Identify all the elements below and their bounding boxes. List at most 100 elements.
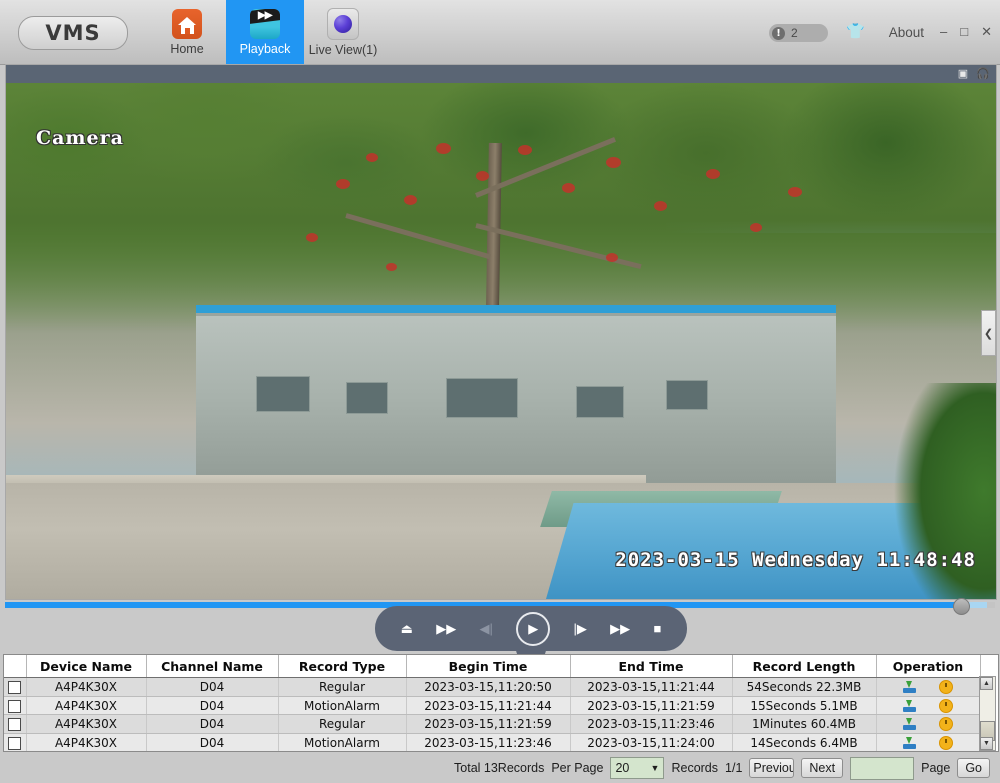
cell-device-name: A4P4K30X <box>26 715 146 734</box>
video-stream-image[interactable]: Camera 2023-03-15 Wednesday 11:48:48 <box>6 83 996 599</box>
live-view-icon <box>327 8 359 40</box>
file-toolbar: File ▼ SelectAl Download Split 4 ▼ <box>0 626 1000 654</box>
cell-channel-name: D04 <box>146 696 278 715</box>
header-device-name[interactable]: Device Name <box>26 655 146 678</box>
download-icon[interactable] <box>903 681 916 693</box>
go-button[interactable]: Go <box>957 758 990 778</box>
page-index-label: 1/1 <box>725 761 742 775</box>
header-channel-name[interactable]: Channel Name <box>146 655 278 678</box>
row-checkbox[interactable] <box>8 681 21 694</box>
records-label: Records <box>671 761 718 775</box>
about-button[interactable]: About <box>889 25 924 40</box>
alert-badge[interactable]: ! 2 <box>769 24 828 42</box>
cell-record-length: 15Seconds 5.1MB <box>732 696 876 715</box>
row-checkbox-cell[interactable] <box>4 696 26 715</box>
clock-icon[interactable] <box>939 736 953 750</box>
cell-record-type: MotionAlarm <box>278 734 406 752</box>
tab-home[interactable]: Home <box>148 0 226 64</box>
total-records-label: Total 13Records <box>454 761 544 775</box>
minimize-icon[interactable]: – <box>940 25 947 39</box>
progress-tail <box>987 602 995 608</box>
cell-end-time: 2023-03-15,11:23:46 <box>570 715 732 734</box>
clock-icon[interactable] <box>939 680 953 694</box>
header-record-length[interactable]: Record Length <box>732 655 876 678</box>
scroll-down-button[interactable]: ▼ <box>980 737 993 750</box>
cell-operation <box>876 678 980 697</box>
cell-record-length: 1Minutes 60.4MB <box>732 715 876 734</box>
header-operation[interactable]: Operation <box>876 655 980 678</box>
tab-playback[interactable]: ▶▶ Playback <box>226 0 304 64</box>
close-icon[interactable]: ✕ <box>981 25 992 39</box>
cell-begin-time: 2023-03-15,11:23:46 <box>406 734 570 752</box>
main-nav-tabs: Home ▶▶ Playback Live View(1) <box>148 0 382 64</box>
cell-end-time: 2023-03-15,11:24:00 <box>570 734 732 752</box>
row-checkbox-cell[interactable] <box>4 678 26 697</box>
cell-end-time: 2023-03-15,11:21:44 <box>570 678 732 697</box>
cell-record-type: Regular <box>278 678 406 697</box>
cell-device-name: A4P4K30X <box>26 678 146 697</box>
table-row[interactable]: A4P4K30X D04 Regular 2023-03-15,11:20:50… <box>4 678 980 697</box>
header-end-time[interactable]: End Time <box>570 655 732 678</box>
cell-device-name: A4P4K30X <box>26 734 146 752</box>
maximize-icon[interactable]: □ <box>960 25 968 39</box>
cell-begin-time: 2023-03-15,11:20:50 <box>406 678 570 697</box>
page-label: Page <box>921 761 950 775</box>
home-icon <box>172 9 202 39</box>
next-button[interactable]: Next <box>801 758 843 778</box>
cell-operation <box>876 734 980 752</box>
app-logo: VMS <box>18 16 128 50</box>
header-record-type[interactable]: Record Type <box>278 655 406 678</box>
scroll-up-button[interactable]: ▲ <box>980 677 993 690</box>
vms-application-window: VMS Home ▶▶ Playback Live View(1) <box>0 0 1000 783</box>
camera-snapshot-icon[interactable]: ▣ <box>956 67 970 81</box>
cell-channel-name: D04 <box>146 678 278 697</box>
download-icon[interactable] <box>903 700 916 712</box>
cell-channel-name: D04 <box>146 734 278 752</box>
cell-operation <box>876 696 980 715</box>
cell-begin-time: 2023-03-15,11:21:44 <box>406 696 570 715</box>
tab-home-label: Home <box>170 42 203 56</box>
progress-thumb[interactable] <box>953 598 970 615</box>
window-controls: – □ ✕ <box>940 25 992 39</box>
download-icon[interactable] <box>903 718 916 730</box>
cell-device-name: A4P4K30X <box>26 696 146 715</box>
row-checkbox[interactable] <box>8 700 21 713</box>
page-number-input[interactable] <box>850 757 914 780</box>
camera-label: Camera <box>36 127 124 149</box>
app-logo-text: VMS <box>45 21 100 45</box>
chevron-left-icon[interactable]: ❮ <box>981 310 996 356</box>
previous-button[interactable]: Previous <box>749 758 794 778</box>
table-row[interactable]: A4P4K30X D04 Regular 2023-03-15,11:21:59… <box>4 715 980 734</box>
video-panel[interactable]: ▣ 🎧 <box>5 64 997 600</box>
cell-end-time: 2023-03-15,11:21:59 <box>570 696 732 715</box>
cell-record-length: 14Seconds 6.4MB <box>732 734 876 752</box>
per-page-value: 20 <box>615 761 629 775</box>
cell-record-type: Regular <box>278 715 406 734</box>
clock-icon[interactable] <box>939 699 953 713</box>
clock-icon[interactable] <box>939 717 953 731</box>
chevron-down-icon: ▼ <box>651 763 660 773</box>
video-panel-toolbar: ▣ 🎧 <box>6 65 996 83</box>
cell-begin-time: 2023-03-15,11:21:59 <box>406 715 570 734</box>
table-row[interactable]: A4P4K30X D04 MotionAlarm 2023-03-15,11:2… <box>4 696 980 715</box>
download-icon[interactable] <box>903 737 916 749</box>
headphone-icon[interactable]: 🎧 <box>976 67 990 81</box>
tab-live-view[interactable]: Live View(1) <box>304 0 382 64</box>
per-page-label: Per Page <box>551 761 603 775</box>
records-table: Device Name Channel Name Record Type Beg… <box>4 655 981 752</box>
header-begin-time[interactable]: Begin Time <box>406 655 570 678</box>
table-vertical-scrollbar[interactable]: ▲ ▼ <box>979 676 996 751</box>
row-checkbox[interactable] <box>8 718 21 731</box>
pagination-bar: Total 13Records Per Page 20 ▼ Records 1/… <box>0 753 1000 783</box>
header-checkbox-col <box>4 655 26 678</box>
row-checkbox-cell[interactable] <box>4 734 26 752</box>
table-row[interactable]: A4P4K30X D04 MotionAlarm 2023-03-15,11:2… <box>4 734 980 752</box>
row-checkbox-cell[interactable] <box>4 715 26 734</box>
title-bar: VMS Home ▶▶ Playback Live View(1) <box>0 0 1000 65</box>
records-table-body: A4P4K30X D04 Regular 2023-03-15,11:20:50… <box>4 678 980 753</box>
row-checkbox[interactable] <box>8 737 21 750</box>
per-page-select[interactable]: 20 ▼ <box>610 757 664 779</box>
video-timestamp-overlay: 2023-03-15 Wednesday 11:48:48 <box>615 549 976 571</box>
playback-clapperboard-icon: ▶▶ <box>250 9 280 39</box>
shirt-icon[interactable]: 👕 <box>846 24 862 40</box>
